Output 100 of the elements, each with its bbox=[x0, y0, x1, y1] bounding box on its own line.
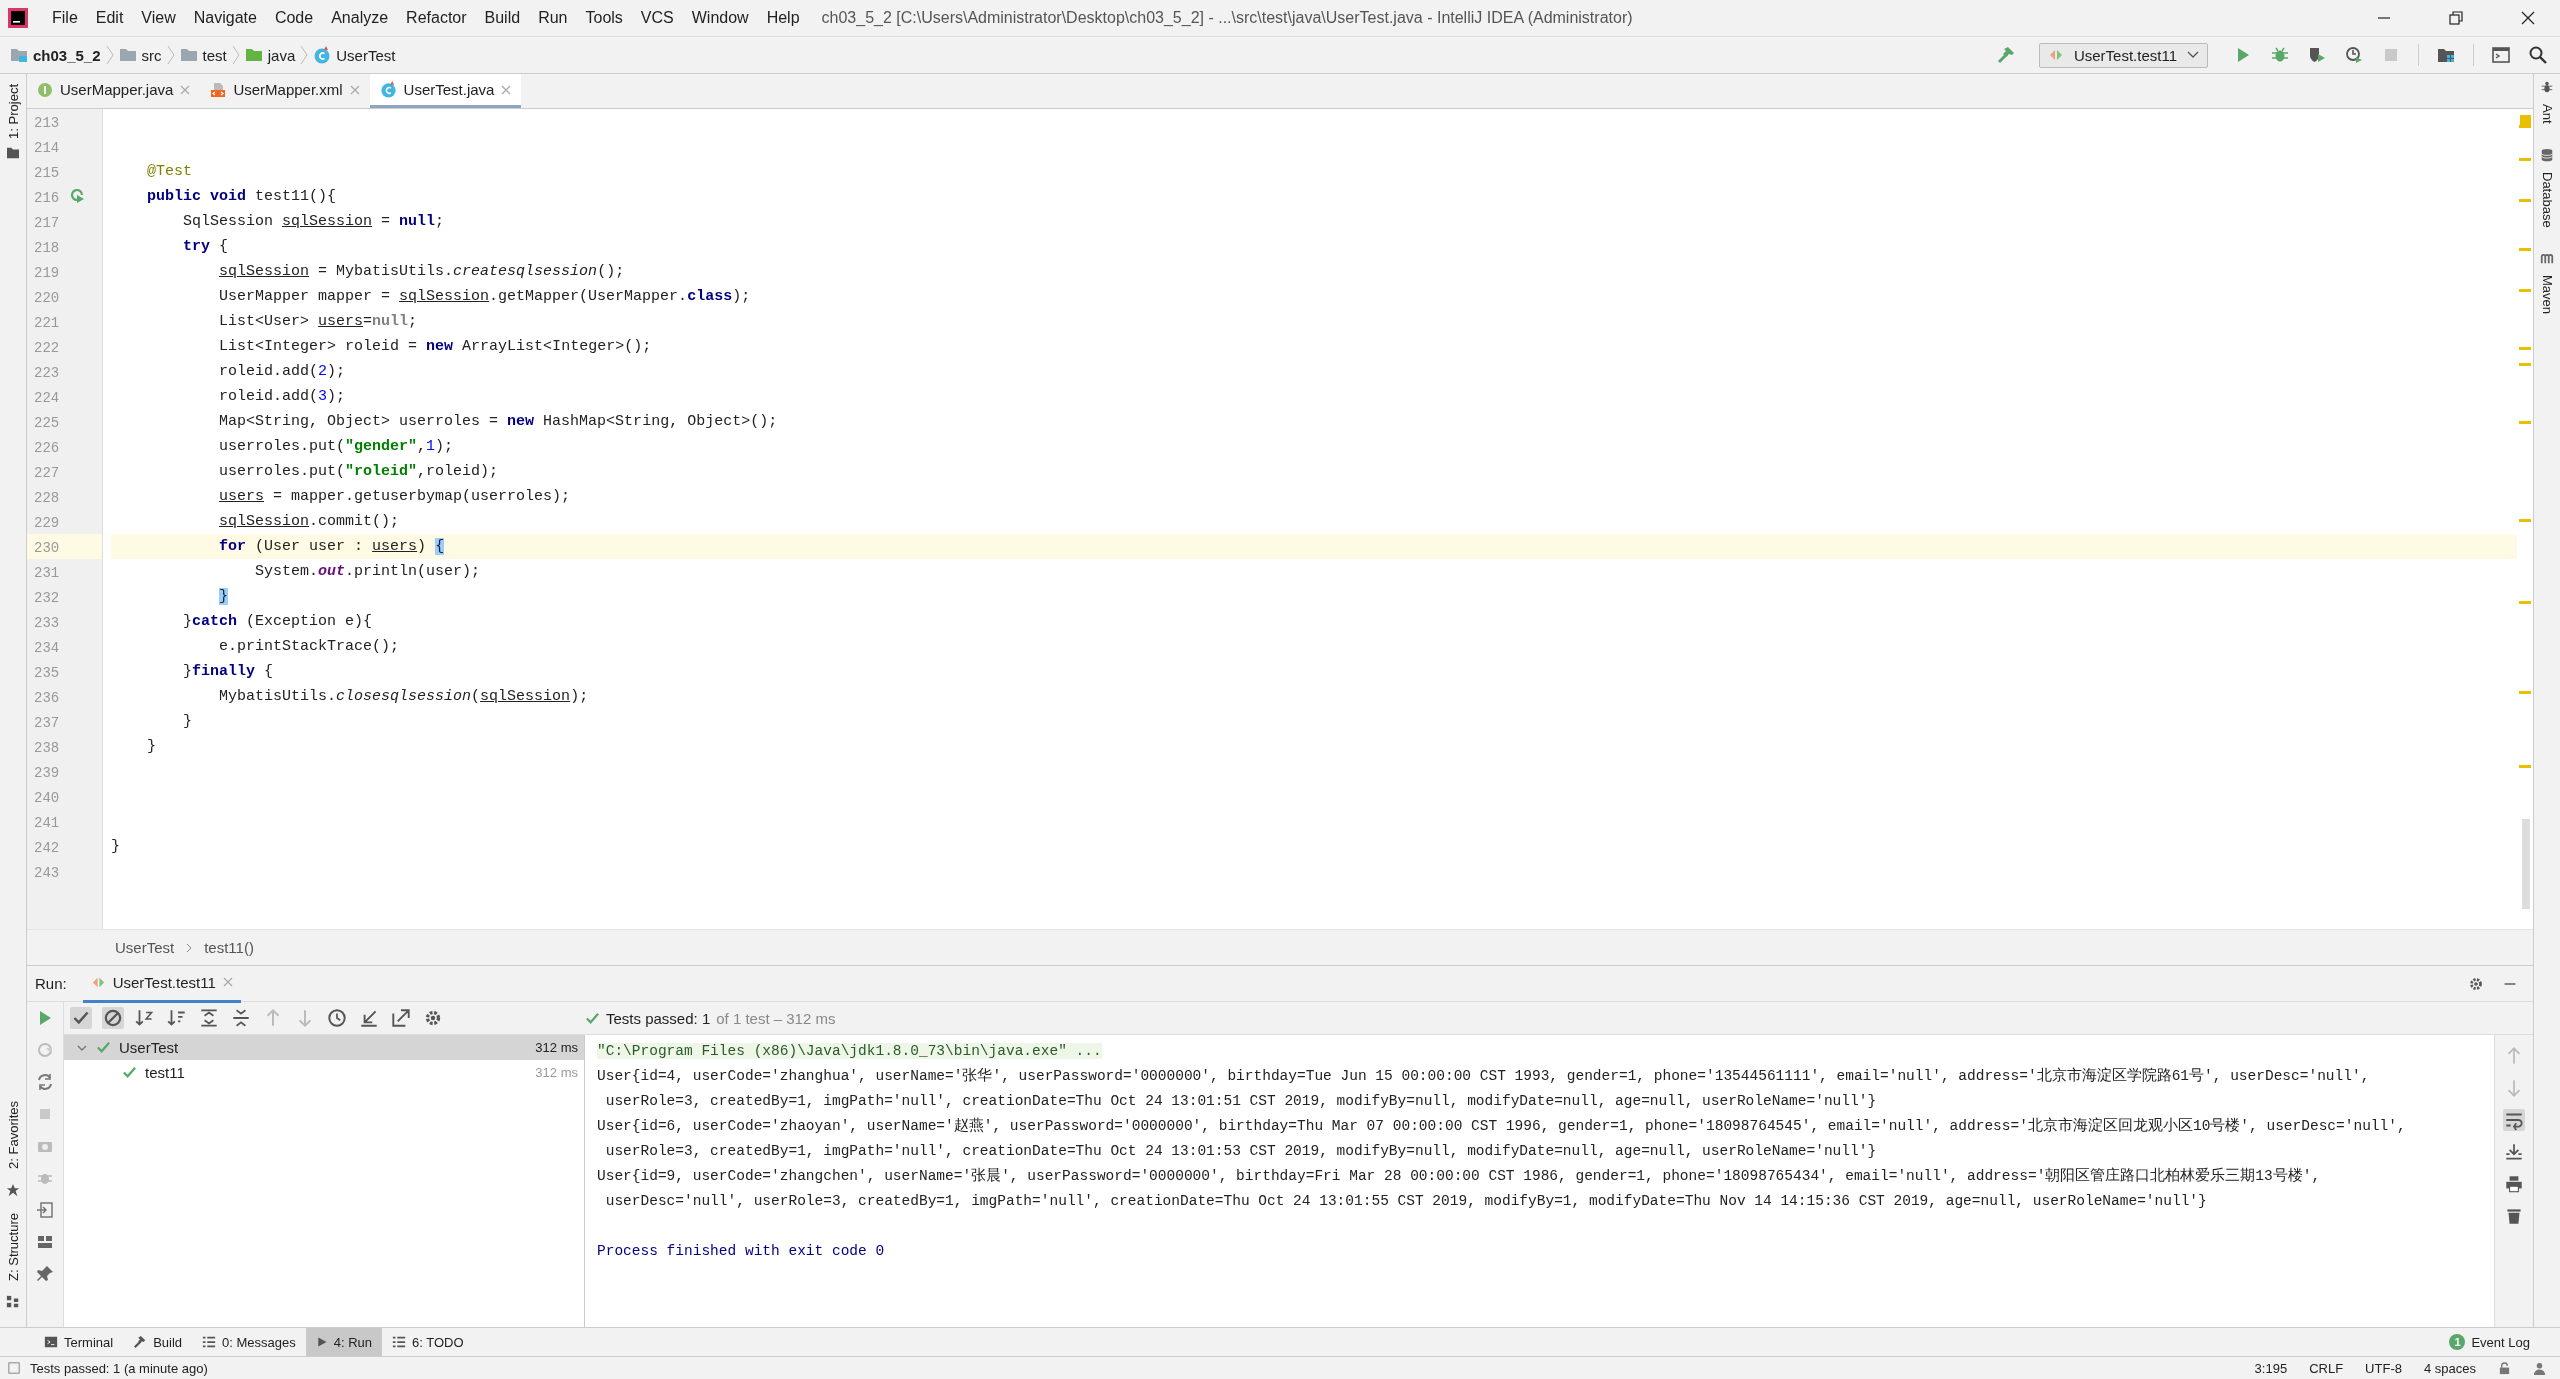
code-line: userroles.put("gender",1); bbox=[218, 438, 454, 455]
line-number: 229 bbox=[34, 515, 60, 531]
menu-item[interactable]: Navigate bbox=[185, 9, 265, 27]
caret-icon bbox=[2187, 51, 2199, 59]
line-number: 216 bbox=[34, 190, 60, 206]
warning-marker[interactable] bbox=[2519, 346, 2531, 350]
export-icon[interactable] bbox=[390, 1007, 412, 1029]
run-tab[interactable]: UserTest.test11 bbox=[82, 964, 241, 1003]
lock-icon[interactable] bbox=[2498, 1361, 2511, 1375]
sort-alpha-icon[interactable] bbox=[134, 1007, 156, 1029]
warning-marker[interactable] bbox=[2519, 420, 2531, 424]
folder-icon bbox=[179, 47, 198, 63]
panel-toggle-icon[interactable] bbox=[8, 1362, 20, 1374]
warning-marker[interactable] bbox=[2519, 289, 2531, 293]
tool-window-tab[interactable]: Z: Structure bbox=[5, 1209, 21, 1285]
collapse-all-icon[interactable] bbox=[230, 1007, 252, 1029]
print-icon[interactable] bbox=[2503, 1173, 2525, 1195]
code-line: userroles.put("roleid",roleid); bbox=[218, 463, 499, 480]
restore-icon[interactable] bbox=[2448, 10, 2464, 26]
line-number: 230 bbox=[34, 540, 60, 556]
warning-marker[interactable] bbox=[2519, 248, 2531, 252]
test-status: Tests passed: 1 bbox=[606, 1009, 711, 1027]
line-number: 215 bbox=[34, 165, 60, 181]
caret-position[interactable]: 3:195 bbox=[2254, 1360, 2288, 1376]
tool-window-tab[interactable]: 2: Favorites bbox=[5, 1097, 21, 1174]
tool-window-tab[interactable]: Terminal bbox=[34, 1328, 124, 1356]
breadcrumb-item[interactable]: test11() bbox=[204, 939, 254, 956]
breadcrumb-item[interactable]: UserTest bbox=[115, 939, 175, 956]
tool-window-tab[interactable]: Ant bbox=[2539, 100, 2555, 128]
line-separator[interactable]: CRLF bbox=[2309, 1360, 2344, 1376]
file-encoding[interactable]: UTF-8 bbox=[2365, 1360, 2402, 1376]
editor-tab[interactable]: UserMapper.xml bbox=[200, 74, 370, 108]
terminal-window-icon[interactable] bbox=[2491, 45, 2511, 65]
breadcrumb-item[interactable]: test bbox=[179, 46, 227, 64]
code-line: roleid.add(3); bbox=[218, 388, 346, 405]
soft-wrap-icon[interactable] bbox=[2503, 1109, 2525, 1131]
panel-title: Run: bbox=[35, 975, 67, 992]
exit-icon[interactable] bbox=[35, 1200, 55, 1220]
line-number: 241 bbox=[34, 815, 60, 831]
list-icon bbox=[202, 1335, 217, 1349]
tool-window-tab[interactable]: Maven bbox=[2539, 271, 2555, 319]
editor-tab[interactable]: UserMapper.java bbox=[27, 74, 201, 108]
ignored-icon[interactable] bbox=[102, 1007, 124, 1029]
run-test-icon[interactable] bbox=[69, 188, 85, 204]
menu-item[interactable]: Code bbox=[266, 9, 322, 27]
tool-window-tab[interactable]: Build bbox=[123, 1328, 193, 1356]
breadcrumb-item[interactable]: UserTest bbox=[313, 46, 396, 64]
warning-marker[interactable] bbox=[2519, 519, 2531, 522]
menu-item[interactable]: Analyze bbox=[323, 9, 397, 27]
tree-item[interactable]: test11 312 ms bbox=[64, 1060, 584, 1085]
warning-marker[interactable] bbox=[2519, 125, 2531, 129]
expand-all-icon[interactable] bbox=[198, 1007, 220, 1029]
tree-item[interactable]: UserTest 312 ms bbox=[64, 1035, 584, 1060]
sort-duration-icon[interactable] bbox=[166, 1007, 188, 1029]
tool-window-tab[interactable]: 4: Run bbox=[305, 1328, 383, 1356]
history-icon[interactable] bbox=[326, 1007, 348, 1029]
line-number: 223 bbox=[34, 365, 60, 381]
breadcrumb-item[interactable]: src bbox=[118, 46, 162, 64]
pin-icon[interactable] bbox=[35, 1264, 55, 1284]
tool-window-tab[interactable]: 1: Project bbox=[5, 80, 21, 143]
scrollbar-thumb[interactable] bbox=[2522, 819, 2530, 909]
search-icon[interactable] bbox=[2528, 45, 2548, 65]
breadcrumb-item[interactable]: ch03_5_2 bbox=[10, 46, 101, 64]
menu-item[interactable]: Tools bbox=[577, 9, 631, 27]
warning-marker[interactable] bbox=[2519, 363, 2531, 367]
warning-marker[interactable] bbox=[2519, 601, 2531, 604]
indent-setting[interactable]: 4 spaces bbox=[2423, 1360, 2476, 1376]
console-line: User{id=9, userCode='zhangchen', userName='张晨', userPassword='0000000', birthday=Fri Mar 28 00:00:00 CST 1986, gender=1, phone='18098765434', email='null', address='朝阳区管庄路口北柏林爱乐三期13号楼', bbox=[597, 1168, 2321, 1184]
tool-window-tab[interactable]: 0: Messages bbox=[192, 1328, 306, 1356]
menu-item[interactable]: Window bbox=[683, 9, 757, 27]
coverage-icon[interactable] bbox=[2307, 45, 2327, 65]
warning-marker[interactable] bbox=[2519, 199, 2531, 203]
menu-item[interactable]: VCS bbox=[632, 9, 682, 27]
menu-item[interactable]: Edit bbox=[87, 9, 132, 27]
rerun-failed-icon[interactable] bbox=[35, 1040, 55, 1060]
warning-marker[interactable] bbox=[2519, 158, 2531, 162]
editor-tab[interactable]: UserTest.java bbox=[369, 74, 522, 108]
hammer-icon[interactable] bbox=[1995, 45, 2016, 65]
person-icon[interactable] bbox=[2533, 1361, 2546, 1375]
close-icon[interactable] bbox=[2520, 10, 2536, 26]
menu-item[interactable]: Help bbox=[758, 9, 808, 27]
toggle-icon[interactable] bbox=[35, 1072, 55, 1092]
warning-marker[interactable] bbox=[2519, 691, 2531, 695]
menu-item[interactable]: View bbox=[133, 9, 184, 27]
tool-window-tab[interactable]: 6: TODO bbox=[382, 1328, 474, 1356]
run-config-dropdown[interactable]: UserTest.test11 bbox=[2038, 42, 2208, 68]
menu-item[interactable]: File bbox=[44, 9, 86, 27]
check-icon[interactable] bbox=[70, 1007, 92, 1029]
menu-item[interactable]: Refactor bbox=[398, 9, 475, 27]
menu-item[interactable]: Run bbox=[530, 9, 576, 27]
code-line: public void test11(){ bbox=[146, 188, 337, 205]
console-line: userRole=3, createdBy=1, imgPath='null', creationDate=Thu Oct 24 13:01:51 CST 2019, modifyBy=null, modifyDate=null, age=null, userRoleName='null'} bbox=[604, 1093, 1877, 1109]
line-number: 220 bbox=[34, 290, 60, 306]
menu-item[interactable]: Build bbox=[476, 9, 529, 27]
warning-marker[interactable] bbox=[2519, 765, 2531, 768]
tool-window-tab[interactable]: Database bbox=[2539, 167, 2555, 232]
profile-icon[interactable] bbox=[2344, 45, 2364, 65]
class-icon bbox=[379, 81, 397, 98]
breadcrumb-item[interactable]: java bbox=[244, 46, 296, 64]
event-log-button[interactable]: 1 Event Log bbox=[2449, 1328, 2560, 1356]
